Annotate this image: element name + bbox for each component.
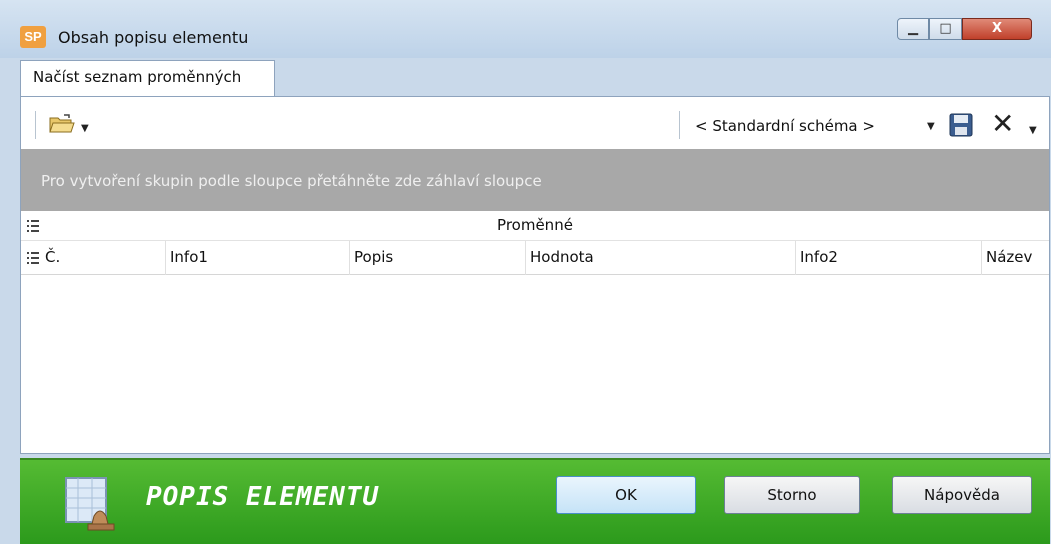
- floppy-disk-icon[interactable]: [949, 113, 973, 137]
- minimize-icon: ▁: [908, 21, 918, 36]
- column-header-popis[interactable]: Popis: [349, 241, 525, 275]
- open-dropdown-chevron-icon[interactable]: ▼: [81, 123, 89, 134]
- column-header-cislo[interactable]: Č.: [41, 241, 165, 275]
- help-button[interactable]: Nápověda: [892, 476, 1032, 514]
- column-header-info1[interactable]: Info1: [165, 241, 349, 275]
- toolbar-separator: [35, 111, 36, 139]
- group-by-hint: Pro vytvoření skupin podle sloupce přetá…: [41, 172, 542, 190]
- tab-load-variables[interactable]: Načíst seznam proměnných: [20, 60, 275, 96]
- footer-title: POPIS ELEMENTU: [146, 482, 380, 512]
- maximize-icon: □: [939, 21, 952, 36]
- ok-button[interactable]: OK: [556, 476, 696, 514]
- tab-strip: Načíst seznam proměnných: [20, 60, 1050, 96]
- element-description-icon: [65, 477, 115, 531]
- close-x-icon[interactable]: ✕: [991, 107, 1014, 141]
- dialog-footer: POPIS ELEMENTU OK Storno Nápověda: [20, 458, 1050, 544]
- more-dropdown-chevron-icon[interactable]: ▼: [1029, 125, 1037, 136]
- cancel-button[interactable]: Storno: [724, 476, 860, 514]
- band-title: Proměnné: [497, 216, 573, 234]
- column-chooser-icon[interactable]: [27, 251, 39, 265]
- grid-body[interactable]: [21, 275, 1049, 453]
- schema-select[interactable]: < Standardní schéma >: [689, 113, 949, 139]
- band-header: Proměnné: [21, 211, 1049, 241]
- maximize-button[interactable]: □: [929, 18, 962, 40]
- tab-label: Načíst seznam proměnných: [33, 68, 242, 86]
- column-header-row: Č. Info1 Popis Hodnota Info2 Název: [21, 241, 1049, 275]
- toolbar-separator: [679, 111, 680, 139]
- folder-open-icon[interactable]: [49, 114, 75, 134]
- column-header-info2[interactable]: Info2: [795, 241, 981, 275]
- schema-select-value: < Standardní schéma >: [695, 117, 875, 135]
- app-icon: SP: [20, 26, 46, 48]
- minimize-button[interactable]: ▁: [897, 18, 929, 40]
- tab-content-panel: ▼ < Standardní schéma > ▼ ✕ ▼ Pro vytvoř…: [20, 96, 1050, 454]
- close-icon: X: [991, 21, 1003, 36]
- close-window-button[interactable]: X: [962, 18, 1032, 40]
- column-header-nazev[interactable]: Název: [981, 241, 1049, 275]
- window-title: Obsah popisu elementu: [58, 28, 249, 47]
- schema-dropdown-chevron-icon[interactable]: ▼: [927, 121, 935, 132]
- title-bar: SP Obsah popisu elementu ▁ □ X: [0, 0, 1051, 58]
- column-header-hodnota[interactable]: Hodnota: [525, 241, 795, 275]
- group-by-area[interactable]: Pro vytvoření skupin podle sloupce přetá…: [21, 149, 1049, 211]
- grid-toolbar: ▼ < Standardní schéma > ▼ ✕ ▼: [21, 97, 1049, 149]
